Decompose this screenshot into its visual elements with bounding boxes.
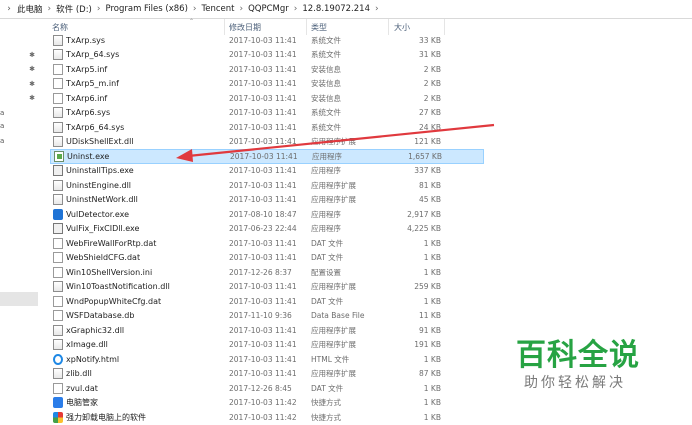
watermark-subtitle: 助你轻松解决 [524, 375, 626, 391]
arrow-shaft [187, 123, 495, 158]
arrow-head [176, 149, 193, 162]
watermark-title: 百科全说 [516, 338, 640, 373]
